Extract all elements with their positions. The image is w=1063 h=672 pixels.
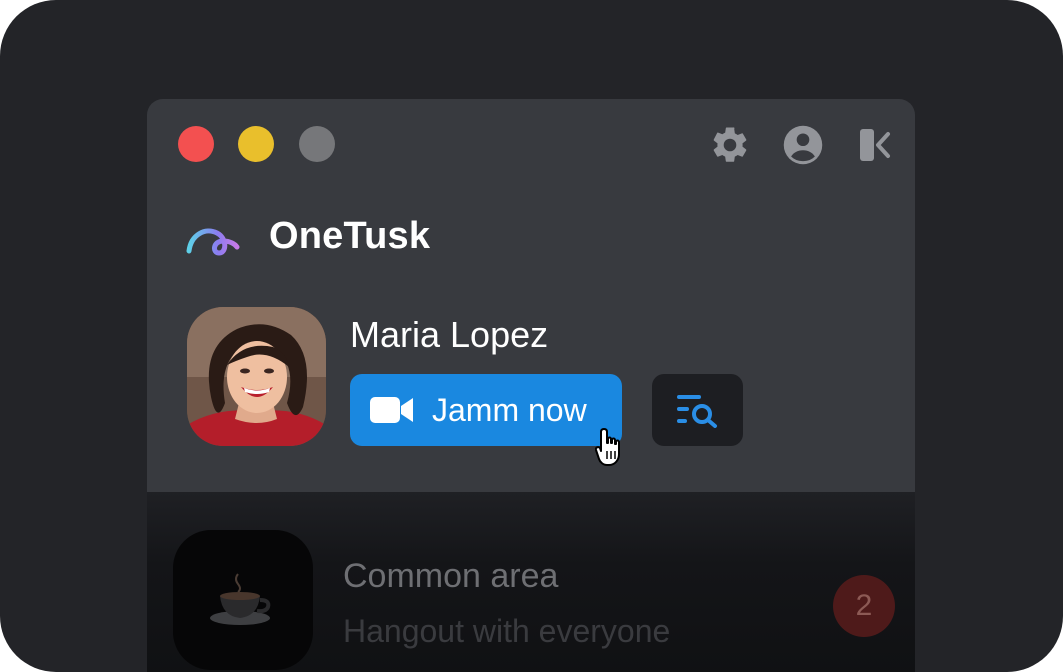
avatar <box>187 307 326 446</box>
room-avatar[interactable] <box>173 530 313 670</box>
collapse-sidebar-button[interactable] <box>853 123 897 167</box>
app-window: OneTusk Maria Lopez Jamm now Common area… <box>147 99 915 672</box>
search-list-button[interactable] <box>652 374 743 446</box>
coffee-cup-icon <box>210 573 271 625</box>
account-circle-icon <box>783 125 823 165</box>
hand-pointer-cursor-icon <box>595 428 620 466</box>
account-button[interactable] <box>781 123 825 167</box>
unread-badge: 2 <box>833 575 895 637</box>
brand: OneTusk <box>185 211 430 261</box>
window-close-button[interactable] <box>178 126 214 162</box>
window-maximize-button[interactable] <box>299 126 335 162</box>
window-minimize-button[interactable] <box>238 126 274 162</box>
jamm-now-label: Jamm now <box>432 391 587 428</box>
app-name: OneTusk <box>269 215 431 257</box>
room-name: Common area <box>343 557 559 595</box>
collapse-sidebar-icon <box>860 129 890 161</box>
settings-button[interactable] <box>708 123 752 167</box>
user-name: Maria Lopez <box>350 314 549 355</box>
video-camera-icon <box>370 397 413 423</box>
onetusk-logo-icon <box>186 228 240 256</box>
room-description: Hangout with everyone <box>343 613 671 649</box>
app-frame: OneTusk Maria Lopez Jamm now Common area… <box>0 0 1063 672</box>
jamm-now-button[interactable]: Jamm now <box>350 374 622 446</box>
list-search-icon <box>676 395 717 428</box>
gear-icon <box>713 127 747 162</box>
room-list: Common area Hangout with everyone 2 <box>147 492 915 672</box>
